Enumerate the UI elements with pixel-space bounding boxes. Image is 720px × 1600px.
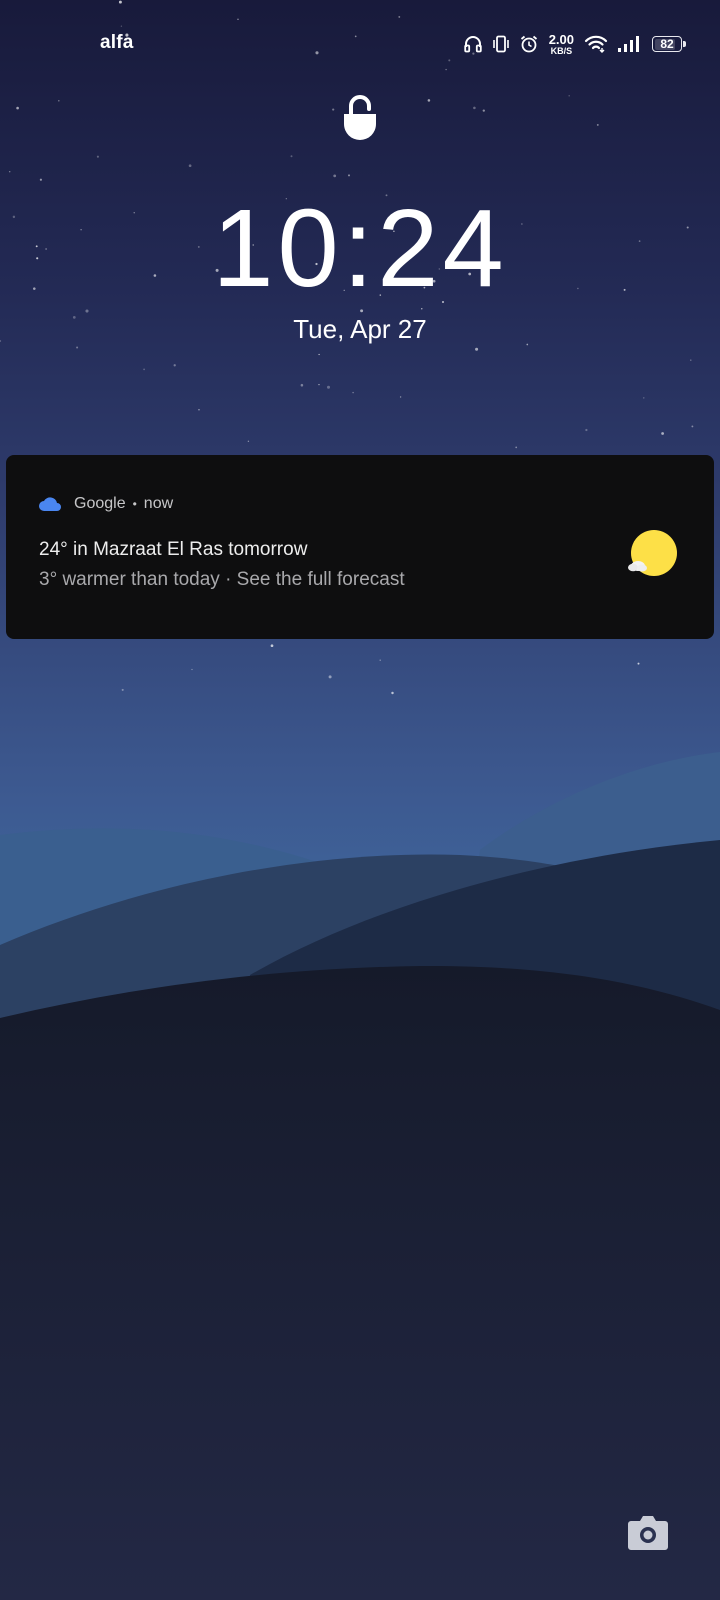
lock-icon[interactable]: [340, 94, 380, 140]
carrier-name: alfa: [100, 32, 134, 53]
notification-title: 24° in Mazraat El Ras tomorrow: [39, 539, 308, 560]
lockscreen-date: Tue, Apr 27: [293, 314, 427, 344]
vibrate-icon: [492, 35, 509, 53]
camera-icon[interactable]: [627, 1513, 669, 1551]
battery-icon: 82: [652, 36, 686, 52]
notification-separator: •: [132, 497, 137, 511]
network-speed-unit: KB/S: [550, 45, 573, 56]
lockscreen: alfa 2.00 KB/S 82 10:24 Tue, Apr 27 Goog…: [0, 0, 720, 1600]
network-speed-value: 2.00: [548, 31, 574, 47]
battery-level: 82: [660, 37, 674, 51]
status-icons: 2.00 KB/S 82: [463, 30, 686, 58]
network-speed: 2.00 KB/S: [549, 33, 574, 56]
battery-nub: [683, 41, 686, 47]
headphones-icon: [463, 36, 482, 53]
notification-app-name: Google: [74, 495, 126, 512]
notification-time: now: [143, 495, 174, 512]
cloud-icon: [39, 497, 61, 511]
notification-header: Google • now: [38, 495, 173, 513]
wifi-icon: [584, 35, 608, 53]
weather-notification[interactable]: Google • now 24° in Mazraat El Ras tomor…: [6, 455, 714, 639]
status-bar: alfa 2.00 KB/S 82: [0, 26, 720, 62]
lockscreen-clock: 10:24: [212, 187, 508, 310]
signal-icon: [618, 36, 639, 52]
sun-cloud-icon: [628, 530, 677, 576]
alarm-icon: [520, 35, 537, 53]
notification-body: 3° warmer than today · See the full fore…: [39, 569, 405, 590]
